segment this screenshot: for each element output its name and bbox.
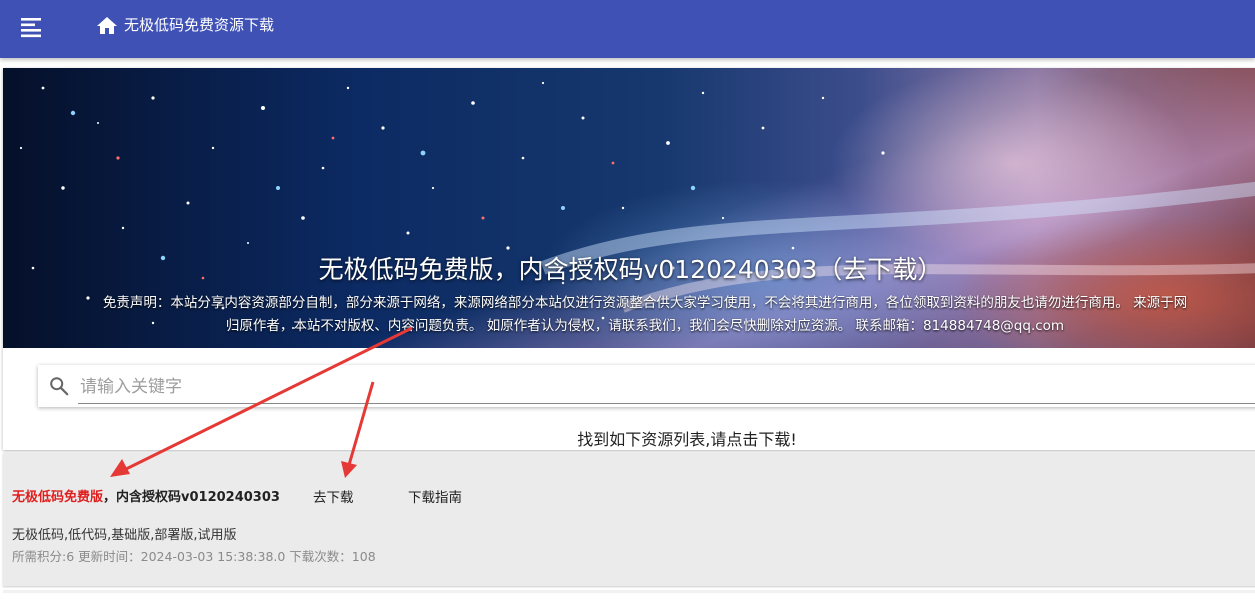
- search-input[interactable]: [78, 370, 1252, 404]
- banner-title[interactable]: 无极低码免费版，内含授权码v0120240303（去下载）: [3, 254, 1255, 286]
- disclaimer-line: 免责声明：本站分享内容资源部分自制，部分来源于网络，来源网络部分本站仅进行资源整…: [102, 295, 1188, 311]
- resource-title[interactable]: 无极低码免费版，内含授权码v0120240303: [12, 486, 280, 505]
- search-bar: [38, 365, 1255, 407]
- search-underline: [78, 403, 1255, 404]
- hero-banner: 无极低码免费版，内含授权码v0120240303（去下载） 免责声明：本站分享内…: [3, 68, 1255, 348]
- download-link[interactable]: 去下载: [313, 486, 354, 506]
- divider: [3, 590, 1255, 593]
- resource-tags: 无极低码,低代码,基础版,部署版,试用版: [12, 528, 237, 543]
- resource-title-highlight: 无极低码免费版: [12, 490, 104, 505]
- home-icon[interactable]: [95, 14, 119, 38]
- resource-title-rest: ，内含授权码v0120240303: [103, 490, 280, 505]
- search-icon[interactable]: [48, 375, 70, 397]
- top-app-bar: 无极低码免费资源下载: [0, 0, 1255, 58]
- resource-meta: 所需积分:6 更新时间：2024-03-03 15:38:38.0 下载次数：1…: [12, 549, 376, 564]
- app-title: 无极低码免费资源下载: [124, 16, 275, 34]
- main-card: 无极低码免费版，内含授权码v0120240303（去下载） 免责声明：本站分享内…: [3, 68, 1255, 450]
- hamburger-menu-icon[interactable]: [20, 16, 44, 40]
- download-guide-link[interactable]: 下载指南: [408, 486, 462, 506]
- disclaimer-line: 归原作者，本站不对版权、内容问题负责。 如原作者认为侵权，请联系我们，我们会尽快…: [225, 318, 1065, 334]
- disclaimer-text: 免责声明：本站分享内容资源部分自制，部分来源于网络，来源网络部分本站仅进行资源整…: [25, 292, 1255, 338]
- results-heading: 找到如下资源列表,请点击下载!: [577, 430, 797, 449]
- result-list: 无极低码免费版，内含授权码v0120240303 去下载 下载指南 无极低码,低…: [3, 453, 1255, 586]
